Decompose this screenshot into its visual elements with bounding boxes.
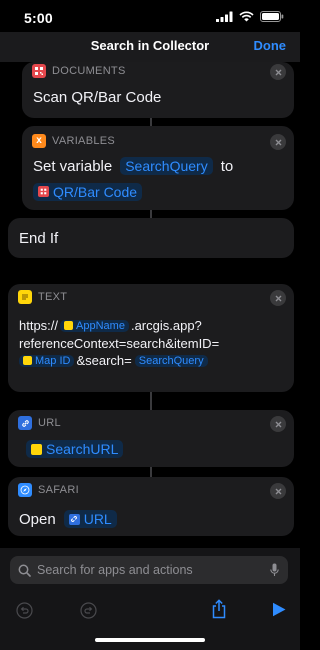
open-label: Open — [19, 510, 56, 528]
variables-header-label: VARIABLES — [52, 135, 116, 147]
qr-bar-code-token[interactable]: QR/Bar Code — [33, 182, 143, 201]
battery-icon — [260, 11, 284, 22]
text-line-3: Map ID &search= SearchQuery — [19, 353, 208, 368]
safari-header-label: SAFARI — [38, 484, 79, 496]
variables-header: x VARIABLES — [32, 134, 115, 148]
run-button[interactable] — [270, 600, 288, 618]
url-token-label: URL — [83, 511, 112, 527]
variables-app-icon: x — [32, 134, 46, 148]
documents-app-icon — [32, 64, 46, 78]
status-icons — [216, 11, 284, 22]
play-icon — [273, 602, 286, 616]
documents-header-label: DOCUMENTS — [52, 65, 126, 77]
status-time: 5:00 — [24, 10, 53, 26]
text-app-icon — [23, 356, 32, 365]
text-action-block[interactable]: TEXT https:// AppName .arcgis.app? refer… — [8, 284, 294, 392]
set-variable-label: Set variable — [33, 157, 113, 175]
text-header-label: TEXT — [38, 291, 68, 303]
signal-icon — [216, 11, 233, 22]
map-id-token[interactable]: Map ID — [19, 354, 75, 367]
search-param-text: &search= — [76, 353, 132, 368]
close-icon[interactable] — [270, 64, 286, 80]
close-icon[interactable] — [270, 134, 286, 150]
set-variable-block[interactable]: x VARIABLES Set variable SearchQuery to … — [22, 126, 294, 210]
undo-button[interactable] — [14, 600, 34, 620]
scan-code-label: Scan QR/Bar Code — [33, 89, 162, 106]
redo-icon — [79, 601, 97, 619]
safari-action-block[interactable]: SAFARI Open URL — [8, 477, 294, 536]
searchurl-token-label: SearchURL — [46, 441, 119, 457]
end-if-label: End If — [19, 230, 59, 247]
end-if-block[interactable]: End If — [8, 218, 294, 258]
close-icon[interactable] — [270, 416, 286, 432]
url-value-row: SearchURL — [26, 440, 124, 460]
connector-line — [150, 467, 152, 477]
connector-line — [150, 392, 152, 410]
map-id-token-label: Map ID — [35, 354, 71, 367]
search-input[interactable]: Search for apps and actions — [37, 563, 193, 577]
search-icon — [18, 564, 31, 577]
home-indicator — [95, 638, 205, 642]
close-icon[interactable] — [270, 290, 286, 306]
searchquery-variable-token[interactable]: SearchQuery — [120, 157, 213, 175]
appname-token-label: AppName — [76, 319, 125, 332]
value-row: QR/Bar Code — [33, 182, 143, 201]
text-app-icon — [18, 290, 32, 304]
text-app-icon — [64, 321, 74, 330]
undo-icon — [15, 601, 33, 619]
url-token[interactable]: URL — [63, 510, 117, 528]
qr-bar-code-token-label: QR/Bar Code — [53, 183, 138, 200]
url-app-icon — [68, 513, 80, 525]
safari-header: SAFARI — [18, 483, 79, 497]
share-icon — [212, 599, 226, 619]
share-button[interactable] — [209, 598, 229, 620]
url-scheme-text: https:// — [19, 318, 59, 333]
done-button[interactable]: Done — [254, 38, 287, 53]
wifi-icon — [239, 11, 254, 22]
documents-app-icon — [38, 186, 49, 197]
redo-button[interactable] — [78, 600, 98, 620]
searchurl-token[interactable]: SearchURL — [26, 440, 124, 458]
documents-header: DOCUMENTS — [32, 64, 126, 78]
connector-line — [150, 210, 152, 218]
appname-token[interactable]: AppName — [60, 319, 129, 332]
safari-app-icon — [18, 483, 32, 497]
url-header: URL — [18, 416, 61, 430]
to-label: to — [220, 157, 234, 175]
searchquery-token[interactable]: SearchQuery — [134, 354, 208, 367]
documents-action-block[interactable]: DOCUMENTS Scan QR/Bar Code — [22, 62, 294, 118]
close-icon[interactable] — [270, 483, 286, 499]
text-line-2: referenceContext=search&itemID= — [19, 336, 220, 351]
microphone-icon[interactable] — [270, 563, 279, 577]
search-bar[interactable]: Search for apps and actions — [10, 556, 288, 584]
text-line-1: https:// AppName .arcgis.app? — [19, 318, 202, 333]
url-header-label: URL — [38, 417, 61, 429]
open-url-row: Open URL — [19, 510, 117, 528]
set-variable-row: Set variable SearchQuery to — [33, 157, 233, 175]
connector-line — [150, 118, 152, 126]
url-app-icon — [18, 416, 32, 430]
url-action-block[interactable]: URL SearchURL — [8, 410, 294, 467]
text-app-icon — [31, 443, 42, 455]
text-header: TEXT — [18, 290, 67, 304]
domain-text: .arcgis.app? — [130, 318, 202, 333]
